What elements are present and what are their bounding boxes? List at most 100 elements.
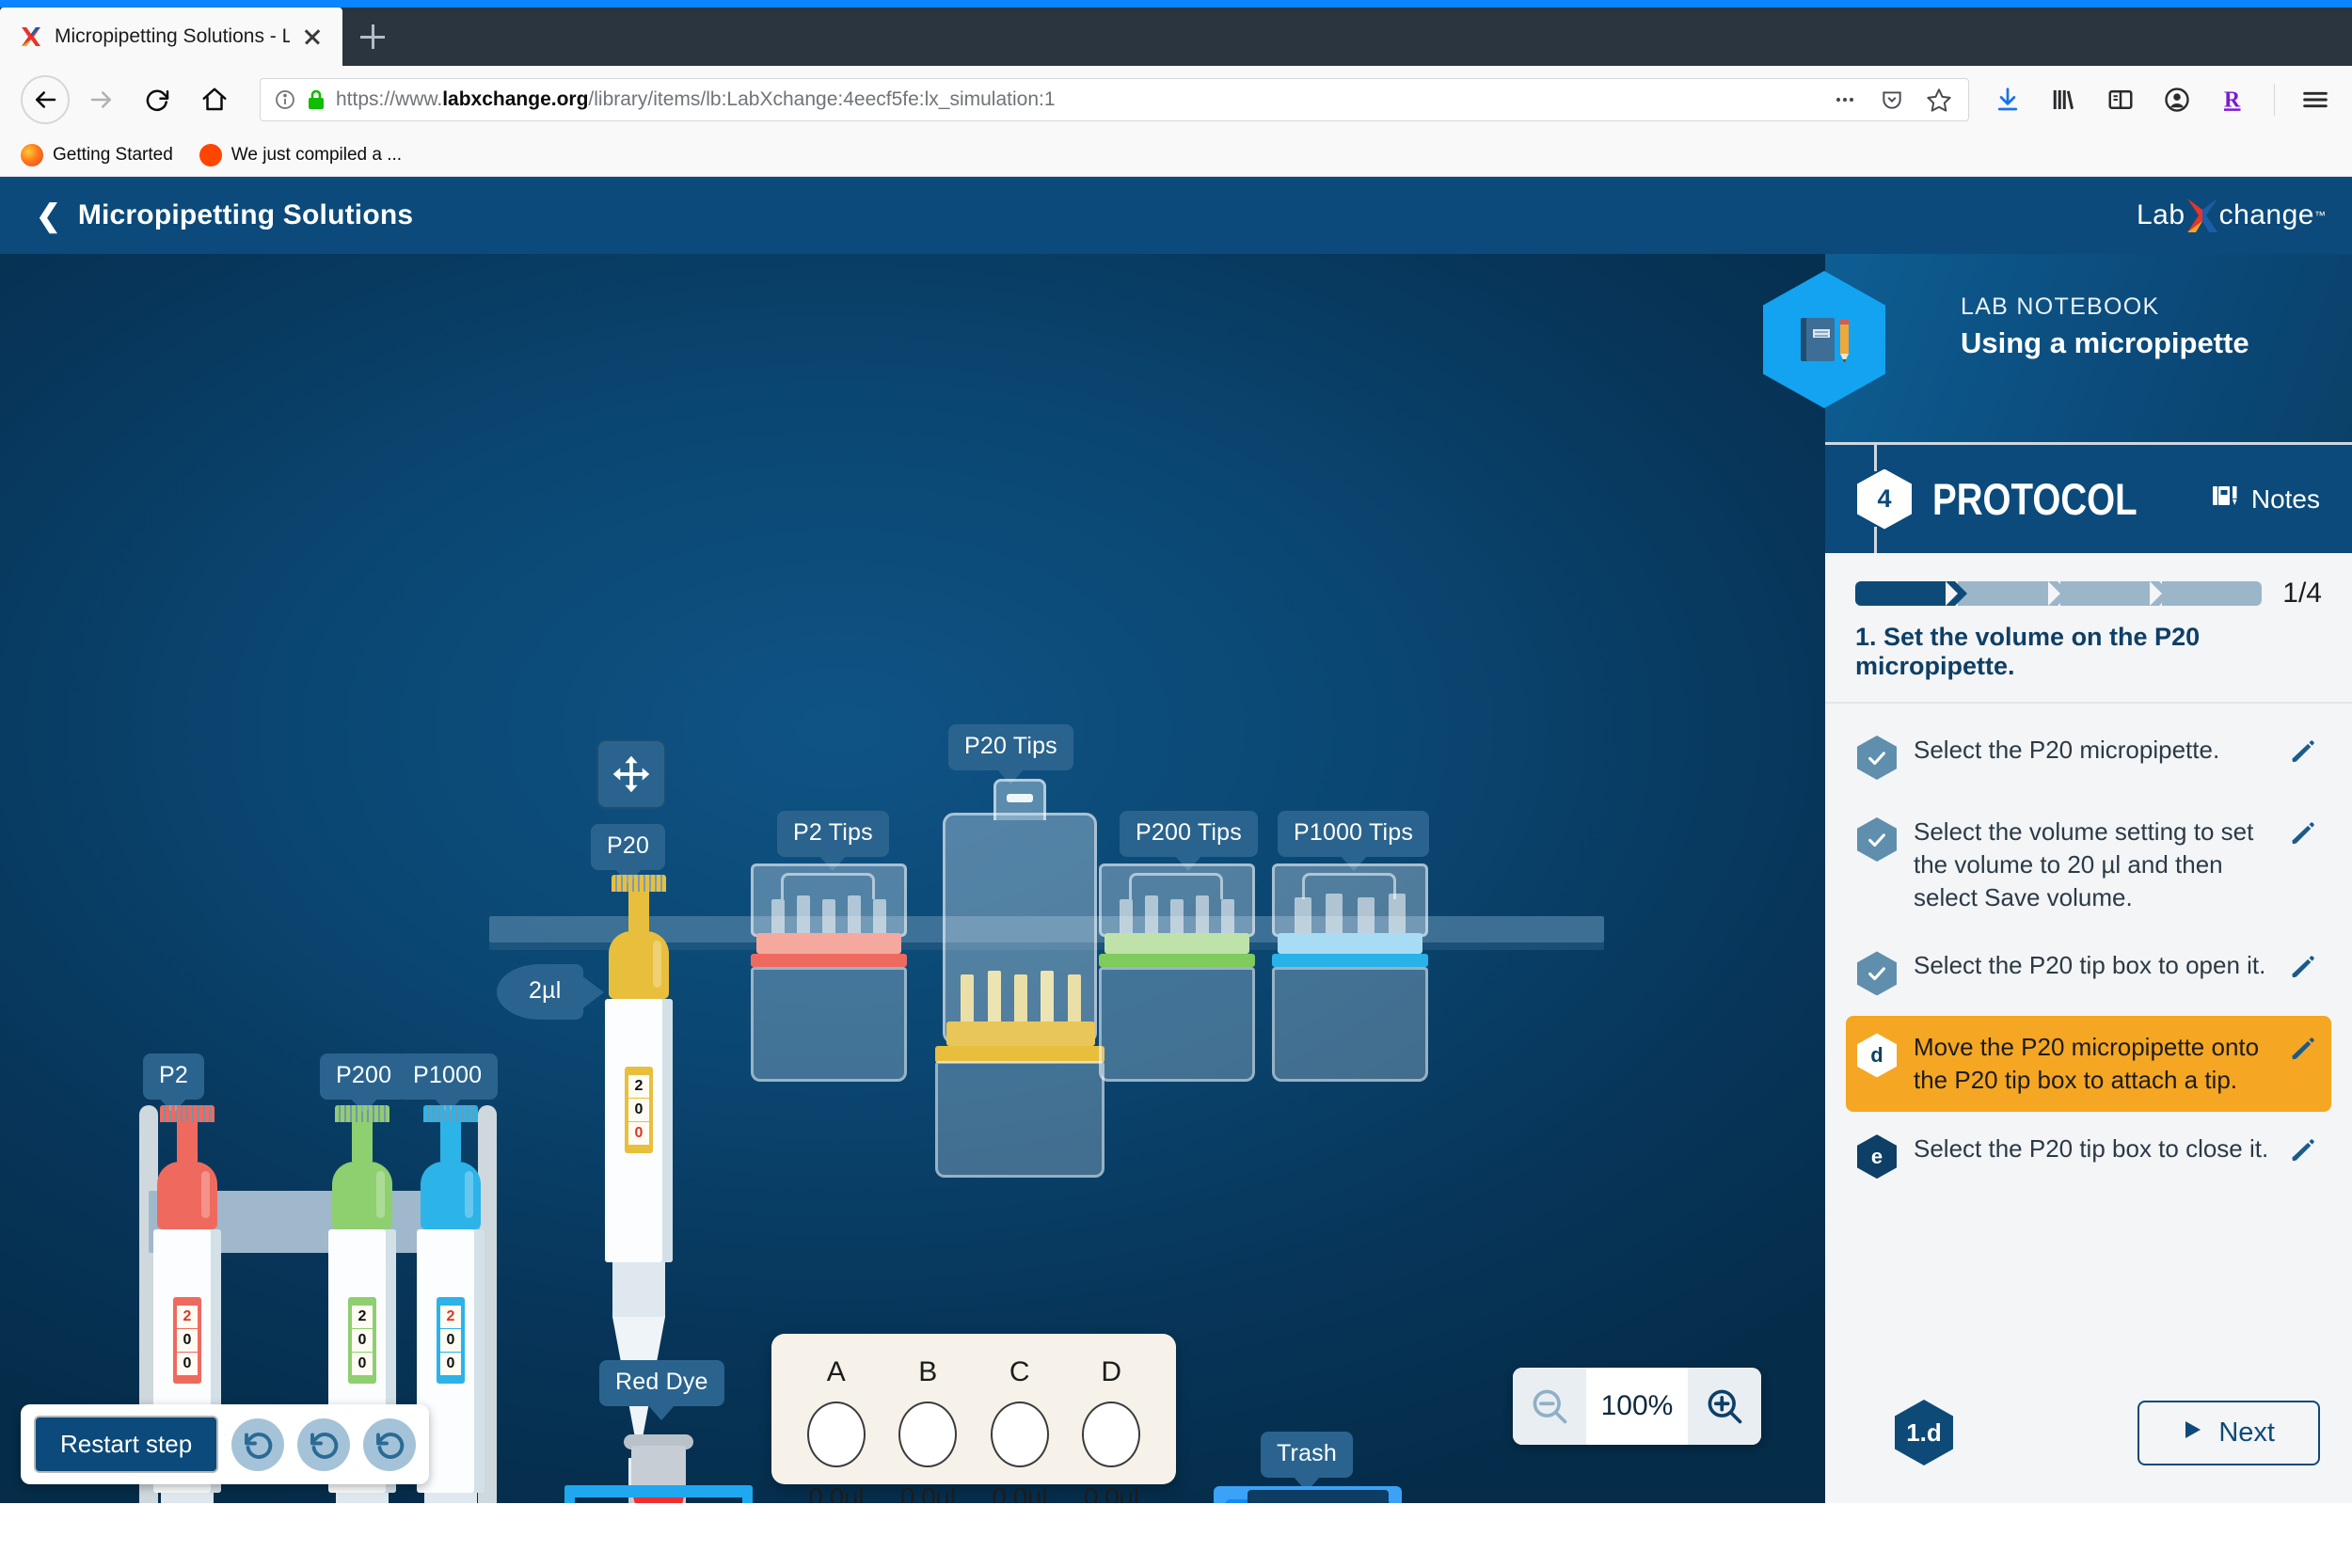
blot-column-b[interactable]: B 0.0µl	[882, 1356, 975, 1503]
plunger-top	[423, 1105, 478, 1122]
move-handle[interactable]	[596, 739, 666, 809]
substep-c[interactable]: Select the P20 tip box to open it.	[1846, 934, 2331, 1010]
callout-label: P1000 Tips	[1294, 819, 1414, 846]
substep-text: Select the volume setting to set the vol…	[1914, 817, 2254, 911]
blot-column-d[interactable]: D 0.0µl	[1066, 1356, 1158, 1503]
tip-box-p20[interactable]	[935, 779, 1104, 1087]
blot-column-label: C	[1009, 1356, 1030, 1387]
info-circle-icon[interactable]	[274, 88, 296, 111]
logo-trademark: ™	[2314, 209, 2326, 222]
blot-well[interactable]	[806, 1402, 866, 1467]
callout-label: P1000	[413, 1062, 483, 1088]
library-icon[interactable]	[2048, 84, 2080, 116]
pipette-tip	[1326, 894, 1343, 937]
back-arrow-icon[interactable]	[21, 75, 70, 124]
download-icon[interactable]	[1992, 84, 2024, 116]
tip-box-base-p2	[751, 967, 907, 1082]
red-dye-tube-rack[interactable]	[564, 1434, 753, 1503]
tip-box-rim	[1099, 954, 1255, 967]
volume-digit: 0	[440, 1353, 461, 1375]
plunger-top	[335, 1105, 389, 1122]
home-icon[interactable]	[190, 75, 239, 124]
tip-row	[1114, 894, 1240, 937]
zoom-in-icon[interactable]	[1688, 1368, 1761, 1445]
volume-window[interactable]: 2 0 0	[625, 1067, 653, 1153]
star-icon[interactable]	[1923, 84, 1955, 116]
callout-label: 2µl	[529, 977, 562, 1004]
reddit-enhancement-icon[interactable]: R	[2217, 84, 2249, 116]
lab-notebook-panel: LAB NOTEBOOK Using a micropipette 4 PROT…	[1763, 254, 2352, 1503]
blot-volume: 0.0µl	[992, 1482, 1048, 1503]
notes-button[interactable]: Notes	[2210, 481, 2320, 517]
address-bar[interactable]: https://www.labxchange.org/library/items…	[260, 78, 1969, 121]
plunger-rod	[177, 1122, 198, 1162]
progress-segment-3	[2047, 581, 2172, 606]
zoom-level: 100%	[1600, 1390, 1674, 1421]
callout-label: P200 Tips	[1136, 819, 1242, 846]
tip-box-plate	[1104, 933, 1249, 954]
tip-box-rim	[1272, 954, 1428, 967]
account-icon[interactable]	[2161, 84, 2193, 116]
pocket-icon[interactable]	[1876, 84, 1908, 116]
undo-icon[interactable]	[363, 1418, 417, 1471]
hamburger-menu-icon[interactable]	[2299, 84, 2331, 116]
edit-pencil-icon[interactable]	[2288, 737, 2320, 770]
new-tab-button[interactable]	[342, 8, 403, 66]
callout-label: P200	[336, 1062, 392, 1088]
callout-label: P2 Tips	[793, 819, 873, 846]
bookmark-reddit-post[interactable]: We just compiled a ...	[199, 143, 402, 166]
tab-title: Micropipetting Solutions - LabX	[55, 25, 290, 47]
substep-a[interactable]: Select the P20 micropipette.	[1846, 719, 2331, 795]
substep-e[interactable]: e Select the P20 tip box to close it.	[1846, 1117, 2331, 1194]
toolbar-divider	[2274, 84, 2275, 116]
tip-box-plate	[756, 933, 901, 954]
browser-tab[interactable]: Micropipetting Solutions - LabX	[0, 8, 342, 66]
firefox-icon	[21, 143, 43, 166]
restart-step-button[interactable]: Restart step	[34, 1416, 219, 1473]
pipette-tip	[961, 974, 975, 1023]
trash-bin[interactable]	[1214, 1486, 1402, 1503]
blot-column-label: D	[1101, 1356, 1122, 1387]
blot-well[interactable]	[990, 1402, 1049, 1467]
chevron-left-icon[interactable]: ❮	[36, 200, 61, 230]
padlock-icon[interactable]	[306, 88, 326, 111]
pipette-tip	[771, 899, 786, 937]
undo-icon[interactable]	[297, 1418, 351, 1471]
labxchange-simulation-app: ❮ Micropipetting Solutions Lab change ™ …	[0, 177, 2352, 1503]
logo-text-change: change	[2218, 199, 2314, 230]
blotting-paper[interactable]: A 0.0µl B 0.0µl C 0.0µl D 0.0µl	[771, 1334, 1176, 1503]
edit-pencil-icon[interactable]	[2288, 1136, 2320, 1169]
sidebar-icon[interactable]	[2105, 84, 2137, 116]
substep-d-active[interactable]: d Move the P20 micropipette onto the P20…	[1846, 1016, 2331, 1113]
progress-segments	[1855, 581, 2263, 606]
protocol-connector-bottom	[1874, 527, 1877, 553]
ellipsis-icon[interactable]	[1829, 84, 1861, 116]
blot-column-c[interactable]: C 0.0µl	[974, 1356, 1066, 1503]
simulation-stage[interactable]: P2 2 0 0 P200 2 0 0 P1000 2 0 0 P20 2µl …	[0, 254, 1825, 1503]
progress-segment-1	[1855, 581, 1967, 606]
blot-well[interactable]	[898, 1402, 958, 1467]
zoom-out-icon[interactable]	[1513, 1368, 1586, 1445]
edit-pencil-icon[interactable]	[2288, 1035, 2320, 1068]
close-icon[interactable]	[299, 24, 326, 50]
next-button[interactable]: Next	[2137, 1400, 2320, 1465]
browser-accent-line	[0, 0, 2352, 8]
blot-volume: 0.0µl	[1083, 1482, 1139, 1503]
volume-digit: 2	[440, 1306, 461, 1328]
callout-trash: Trash	[1261, 1432, 1353, 1478]
tip-box-plate	[946, 1022, 1095, 1046]
edit-pencil-icon[interactable]	[2288, 819, 2320, 852]
substep-b[interactable]: Select the volume setting to set the vol…	[1846, 800, 2331, 928]
callout-label: Red Dye	[615, 1369, 708, 1395]
volume-window: 2 0 0	[173, 1297, 201, 1384]
pipette-tip	[1169, 899, 1184, 937]
edit-pencil-icon[interactable]	[2288, 953, 2320, 986]
blot-well[interactable]	[1082, 1402, 1141, 1467]
bookmark-getting-started[interactable]: Getting Started	[21, 143, 173, 166]
reload-icon[interactable]	[134, 75, 183, 124]
rack-left-post	[564, 1485, 575, 1503]
undo-icon[interactable]	[231, 1418, 285, 1471]
blot-column-a[interactable]: A 0.0µl	[790, 1356, 882, 1503]
reddit-icon	[199, 143, 222, 166]
plunger-top[interactable]	[612, 875, 666, 892]
